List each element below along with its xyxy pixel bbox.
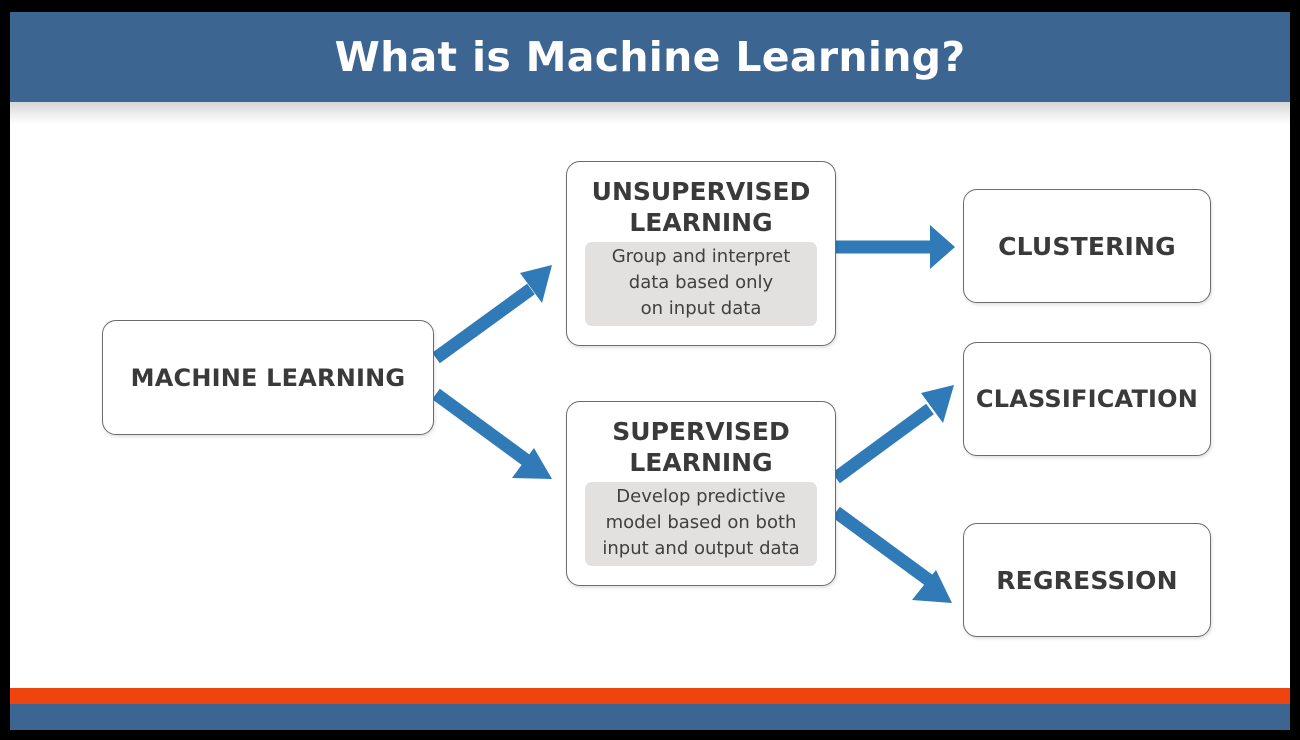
- classification-label: CLASSIFICATION: [975, 385, 1199, 413]
- machine-learning-box: MACHINE LEARNING: [102, 320, 434, 435]
- slide: What is Machine Learning? MACHINE LEARNI…: [10, 12, 1290, 730]
- regression-box: REGRESSION: [963, 523, 1211, 637]
- classification-box: CLASSIFICATION: [963, 342, 1211, 456]
- footer-accent-stripe: [10, 688, 1290, 704]
- supervised-learning-box: SUPERVISED LEARNING Develop predictive m…: [566, 401, 836, 586]
- machine-learning-label: MACHINE LEARNING: [130, 363, 406, 392]
- arrow-supervised-to-classification: [832, 403, 934, 484]
- clustering-box: CLUSTERING: [963, 189, 1211, 303]
- clustering-label: CLUSTERING: [998, 231, 1176, 261]
- supervised-learning-title: SUPERVISED LEARNING: [612, 417, 790, 477]
- arrowhead-unsupervised-to-clustering: [930, 225, 955, 269]
- supervised-learning-description: Develop predictive model based on both i…: [585, 482, 817, 566]
- unsupervised-learning-description: Group and interpret data based only on i…: [585, 242, 817, 326]
- footer-bar: [10, 704, 1290, 730]
- arrow-supervised-to-regression: [832, 506, 934, 587]
- regression-label: REGRESSION: [996, 565, 1178, 595]
- unsupervised-learning-title: UNSUPERVISED LEARNING: [591, 177, 811, 237]
- unsupervised-learning-box: UNSUPERVISED LEARNING Group and interpre…: [566, 161, 836, 346]
- arrow-ml-to-unsupervised: [432, 283, 535, 364]
- arrow-ml-to-supervised: [432, 388, 534, 469]
